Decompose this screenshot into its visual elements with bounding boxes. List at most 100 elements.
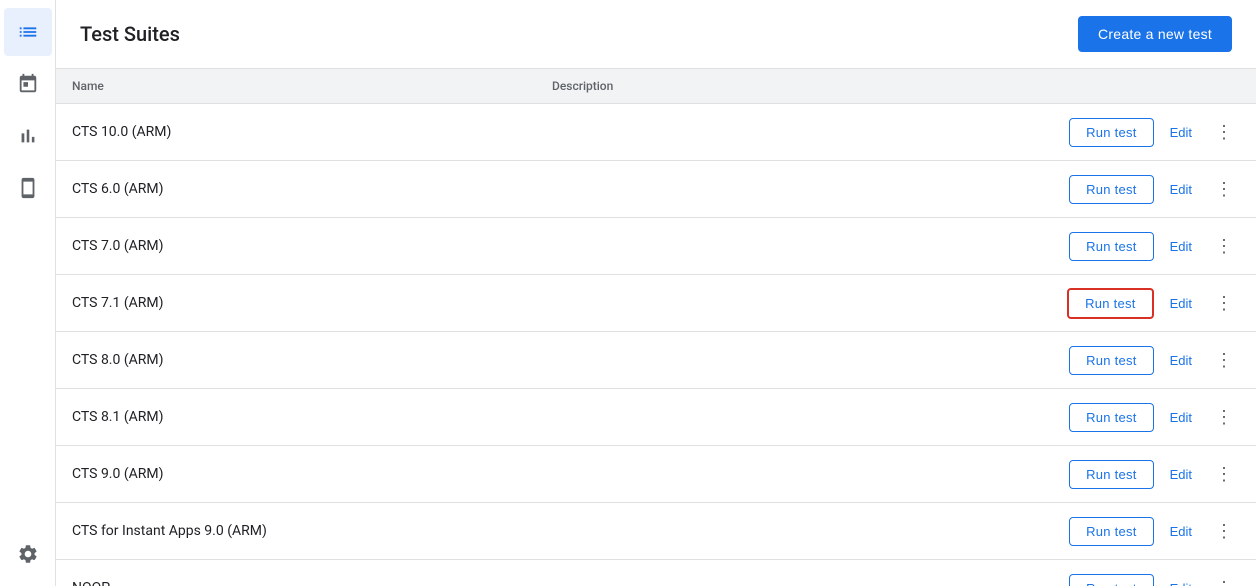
calendar-icon: [17, 73, 39, 95]
more-options-button[interactable]: ⋮: [1208, 116, 1240, 148]
row-actions-cell: Run test Edit ⋮: [1016, 503, 1256, 560]
row-name-cell: CTS 7.1 (ARM): [56, 275, 536, 332]
actions-container: Run test Edit ⋮: [1032, 401, 1240, 433]
edit-button[interactable]: Edit: [1162, 347, 1200, 374]
run-test-button[interactable]: Run test: [1067, 288, 1153, 319]
row-description-cell: [536, 503, 1016, 560]
row-description-cell: [536, 389, 1016, 446]
page-title: Test Suites: [80, 22, 180, 46]
actions-container: Run test Edit ⋮: [1032, 230, 1240, 262]
table-row: CTS 8.1 (ARM) Run test Edit ⋮: [56, 389, 1256, 446]
row-name-text: NOOP: [72, 580, 110, 586]
table-row: CTS 6.0 (ARM) Run test Edit ⋮: [56, 161, 1256, 218]
row-name-text: CTS 7.1 (ARM): [72, 295, 164, 311]
row-actions-cell: Run test Edit ⋮: [1016, 446, 1256, 503]
row-description-cell: [536, 332, 1016, 389]
row-actions-cell: Run test Edit ⋮: [1016, 275, 1256, 332]
edit-button[interactable]: Edit: [1162, 575, 1200, 586]
row-name-cell: CTS 10.0 (ARM): [56, 104, 536, 161]
more-options-button[interactable]: ⋮: [1208, 458, 1240, 490]
run-test-button[interactable]: Run test: [1069, 574, 1153, 586]
run-test-button[interactable]: Run test: [1069, 346, 1153, 375]
row-name-cell: NOOP: [56, 560, 536, 586]
row-name-text: CTS 10.0 (ARM): [72, 124, 171, 140]
row-actions-cell: Run test Edit ⋮: [1016, 218, 1256, 275]
list-icon: [17, 21, 39, 43]
row-name-text: CTS for Instant Apps 9.0 (ARM): [72, 523, 267, 539]
row-name-text: CTS 9.0 (ARM): [72, 466, 164, 482]
edit-button[interactable]: Edit: [1162, 461, 1200, 488]
chart-icon: [17, 125, 39, 147]
row-actions-cell: Run test Edit ⋮: [1016, 104, 1256, 161]
table-row: CTS 7.1 (ARM) Run test Edit ⋮: [56, 275, 1256, 332]
settings-icon: [17, 543, 39, 565]
more-options-button[interactable]: ⋮: [1208, 287, 1240, 319]
device-icon: [17, 177, 39, 199]
more-options-button[interactable]: ⋮: [1208, 173, 1240, 205]
more-options-button[interactable]: ⋮: [1208, 401, 1240, 433]
row-name-text: CTS 7.0 (ARM): [72, 238, 164, 254]
edit-button[interactable]: Edit: [1162, 233, 1200, 260]
test-suites-table-container: Name Description CTS 10.0 (ARM) Run test E…: [56, 69, 1256, 586]
sidebar-item-analytics[interactable]: [4, 112, 52, 160]
edit-button[interactable]: Edit: [1162, 404, 1200, 431]
edit-button[interactable]: Edit: [1162, 290, 1200, 317]
actions-container: Run test Edit ⋮: [1032, 116, 1240, 148]
sidebar-item-test-suites[interactable]: [4, 8, 52, 56]
create-new-test-button[interactable]: Create a new test: [1078, 16, 1232, 52]
sidebar-item-devices[interactable]: [4, 164, 52, 212]
row-actions-cell: Run test Edit ⋮: [1016, 389, 1256, 446]
main-content: Test Suites Create a new test Name Descr…: [56, 0, 1256, 586]
run-test-button[interactable]: Run test: [1069, 517, 1153, 546]
row-description-cell: [536, 218, 1016, 275]
row-name-cell: CTS 8.1 (ARM): [56, 389, 536, 446]
table-row: CTS 10.0 (ARM) Run test Edit ⋮: [56, 104, 1256, 161]
row-description-cell: [536, 275, 1016, 332]
table-row: CTS for Instant Apps 9.0 (ARM) Run test Ed…: [56, 503, 1256, 560]
header: Test Suites Create a new test: [56, 0, 1256, 69]
more-options-button[interactable]: ⋮: [1208, 515, 1240, 547]
sidebar-item-schedule[interactable]: [4, 60, 52, 108]
test-suites-table: Name Description CTS 10.0 (ARM) Run test E…: [56, 69, 1256, 586]
run-test-button[interactable]: Run test: [1069, 118, 1153, 147]
table-row: CTS 8.0 (ARM) Run test Edit ⋮: [56, 332, 1256, 389]
actions-container: Run test Edit ⋮: [1032, 173, 1240, 205]
row-name-text: CTS 8.1 (ARM): [72, 409, 164, 425]
sidebar: [0, 0, 56, 586]
run-test-button[interactable]: Run test: [1069, 232, 1153, 261]
more-options-button[interactable]: ⋮: [1208, 344, 1240, 376]
table-row: CTS 7.0 (ARM) Run test Edit ⋮: [56, 218, 1256, 275]
run-test-button[interactable]: Run test: [1069, 175, 1153, 204]
actions-container: Run test Edit ⋮: [1032, 344, 1240, 376]
row-actions-cell: Run test Edit ⋮: [1016, 332, 1256, 389]
row-description-cell: [536, 560, 1016, 586]
actions-container: Run test Edit ⋮: [1032, 458, 1240, 490]
row-name-cell: CTS 7.0 (ARM): [56, 218, 536, 275]
row-name-cell: CTS for Instant Apps 9.0 (ARM): [56, 503, 536, 560]
row-description-cell: [536, 161, 1016, 218]
edit-button[interactable]: Edit: [1162, 119, 1200, 146]
more-options-button[interactable]: ⋮: [1208, 572, 1240, 586]
edit-button[interactable]: Edit: [1162, 176, 1200, 203]
more-options-button[interactable]: ⋮: [1208, 230, 1240, 262]
column-header-name: Name: [56, 69, 536, 104]
row-name-cell: CTS 6.0 (ARM): [56, 161, 536, 218]
row-name-cell: CTS 8.0 (ARM): [56, 332, 536, 389]
row-name-cell: CTS 9.0 (ARM): [56, 446, 536, 503]
run-test-button[interactable]: Run test: [1069, 460, 1153, 489]
table-body: CTS 10.0 (ARM)Run testEdit⋮CTS 6.0 (ARM)…: [56, 104, 1256, 586]
row-description-cell: [536, 104, 1016, 161]
column-header-actions: [1016, 69, 1256, 104]
sidebar-item-settings[interactable]: [4, 530, 52, 578]
actions-container: Run test Edit ⋮: [1032, 287, 1240, 319]
column-header-description: Description: [536, 69, 1016, 104]
table-header: Name Description: [56, 69, 1256, 104]
actions-container: Run test Edit ⋮: [1032, 572, 1240, 586]
actions-container: Run test Edit ⋮: [1032, 515, 1240, 547]
table-row: CTS 9.0 (ARM) Run test Edit ⋮: [56, 446, 1256, 503]
row-name-text: CTS 6.0 (ARM): [72, 181, 164, 197]
row-actions-cell: Run test Edit ⋮: [1016, 161, 1256, 218]
row-name-text: CTS 8.0 (ARM): [72, 352, 164, 368]
run-test-button[interactable]: Run test: [1069, 403, 1153, 432]
edit-button[interactable]: Edit: [1162, 518, 1200, 545]
